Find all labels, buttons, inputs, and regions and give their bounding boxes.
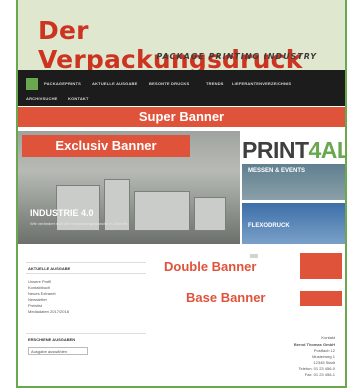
teaser-tile-flexodruck[interactable]: FLEXODRUCK (242, 203, 345, 244)
contact-line: Musterweg 1 (312, 354, 335, 359)
base-banner-label: Base Banner (186, 290, 266, 305)
base-banner[interactable] (300, 291, 342, 306)
print4al-text-b: 4AL (308, 137, 347, 163)
right-teaser-column: PRINT4AL MESSEN & EVENTS FLEXODRUCK (242, 131, 345, 244)
double-banner-label: Double Banner (164, 259, 257, 274)
divider (26, 273, 146, 274)
nav-item-aktuelle-ausgabe[interactable]: AKTUELLE AUSGABE (92, 81, 138, 86)
slider-dot[interactable] (250, 254, 258, 258)
nav-item-besonte-drucks[interactable]: BESONTE DRUCKS (149, 81, 189, 86)
sidebar-title-ausgabe: AKTUELLE AUSGABE (28, 266, 71, 271)
sidebar-link[interactable]: Mediadaten 2017/2018 (28, 309, 69, 314)
sidebar-link[interactable]: Neues Extranet (28, 291, 56, 296)
contact-line: Fax: 01 23 456-1 (304, 372, 335, 377)
exclusiv-banner[interactable]: Exclusiv Banner (22, 135, 190, 157)
machine-image (134, 191, 190, 231)
home-icon[interactable] (26, 78, 38, 90)
contact-heading: Kontakt (321, 335, 335, 340)
issue-select[interactable]: Ausgabe auswählen (28, 347, 88, 355)
nav-item-lieferanten[interactable]: LIEFERANTENVERZEICHNIS (232, 81, 291, 86)
teaser-tile-flexodruck-label: FLEXODRUCK (248, 223, 290, 229)
sidebar-link[interactable]: Preislist (28, 303, 42, 308)
print4al-logo[interactable]: PRINT4AL (242, 137, 347, 164)
nav-item-kontakt[interactable]: KONTAKT (68, 96, 89, 101)
sidebar-link[interactable]: Newsletter (28, 297, 47, 302)
hero-title[interactable]: INDUSTRIE 4.0 (30, 208, 94, 218)
nav-item-archivsuche[interactable]: ARCHIVSUCHE (26, 96, 58, 101)
contact-line: Postfach 12 (313, 348, 335, 353)
sidebar-link[interactable]: Unsere Profil (28, 279, 51, 284)
page-frame: Der Verpackungsdruck PACKAGE PRINTING IN… (16, 0, 347, 388)
main-nav: PACKAGEPRINTS AKTUELLE AUSGABE BESONTE D… (18, 70, 345, 106)
site-header: Der Verpackungsdruck PACKAGE PRINTING IN… (18, 0, 345, 74)
machine-image (194, 197, 226, 231)
contact-line: 12345 Stadt (313, 360, 335, 365)
contact-line: Telefon: 01 23 456-0 (298, 366, 335, 371)
site-logo[interactable]: Der Verpackungsdruck (38, 16, 345, 74)
site-tagline: PACKAGE PRINTING INDUSTRY (156, 52, 317, 61)
nav-item-trends[interactable]: TRENDS (206, 81, 224, 86)
hero-subtitle: Wie verändert sich die Verpackungsbranch… (30, 221, 127, 226)
super-banner[interactable]: Super Banner (18, 107, 345, 127)
contact-line: Bernd Thomas GmbH (293, 342, 335, 347)
divider (26, 262, 146, 263)
sidebar-link[interactable]: Kontaktbuch (28, 285, 50, 290)
double-banner[interactable] (300, 253, 342, 279)
print4al-text-a: PRINT (242, 137, 309, 163)
teaser-tile-events[interactable]: MESSEN & EVENTS (242, 164, 345, 200)
slider-pagination (18, 245, 345, 258)
sidebar-title-erschienene: ERSCHIENE AUSGABEN (28, 337, 76, 342)
teaser-tile-events-label: MESSEN & EVENTS (248, 168, 306, 174)
nav-item-packageprints[interactable]: PACKAGEPRINTS (44, 81, 81, 86)
divider (26, 333, 146, 334)
